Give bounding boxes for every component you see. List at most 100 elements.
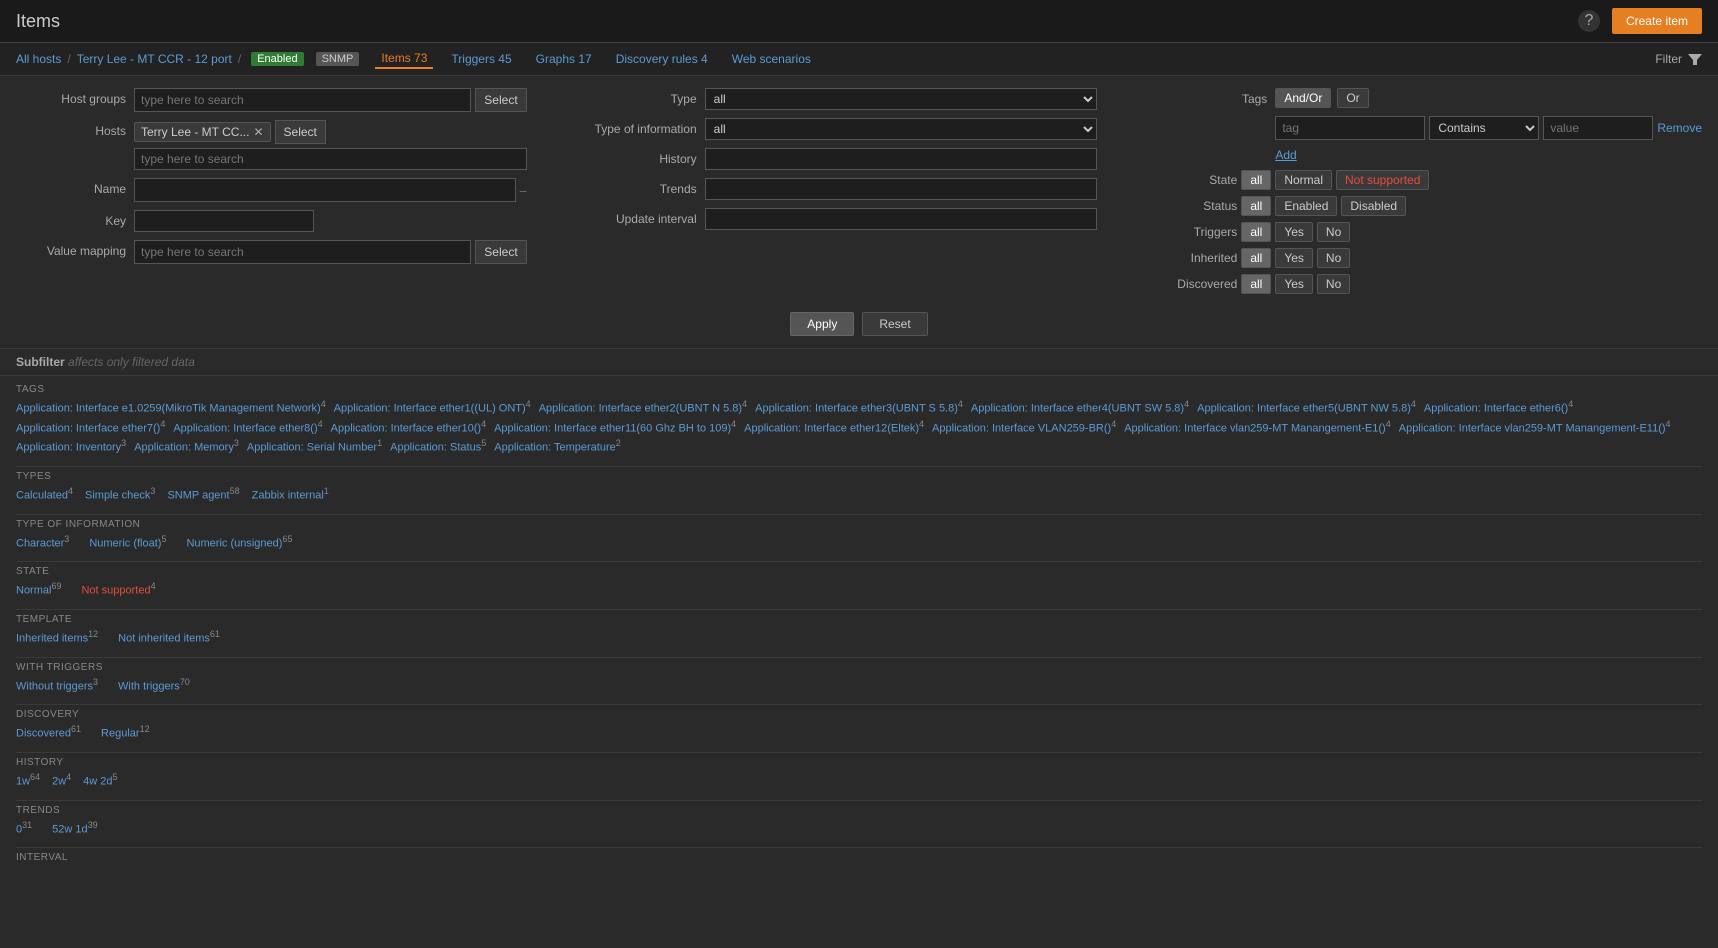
hosts-select-btn[interactable]: Select (275, 120, 326, 144)
tag-item-1[interactable]: Application: Interface e1.0259(MikroTik … (16, 399, 326, 415)
tag-item-4[interactable]: Application: Interface ether3(UBNT S 5.8… (755, 399, 963, 415)
add-tag-link[interactable]: Add (1275, 148, 1296, 162)
host-groups-input[interactable] (134, 88, 471, 112)
tab-discovery-rules[interactable]: Discovery rules 4 (610, 50, 714, 68)
triggers-all-btn[interactable]: all (1241, 222, 1271, 242)
sub-history-title: HISTORY (16, 757, 1702, 768)
filter-toggle[interactable]: Filter (1655, 52, 1702, 66)
tag-item-12[interactable]: Application: Interface ether12(Eltek)4 (744, 419, 924, 435)
status-all-btn[interactable]: all (1241, 196, 1271, 216)
discovered-no-btn[interactable]: No (1317, 274, 1350, 294)
tag-item-2[interactable]: Application: Interface ether1((UL) ONT)4 (334, 399, 531, 415)
tag-item-16[interactable]: Application: Inventory3 (16, 438, 126, 454)
name-controls: ⎯ (134, 178, 527, 202)
tags-or-btn[interactable]: Or (1337, 88, 1368, 108)
host-tag-remove[interactable]: ✕ (253, 125, 263, 139)
type-info-item-2[interactable]: Numeric (float)5 (89, 534, 166, 550)
type-item-2[interactable]: Simple check3 (85, 486, 155, 502)
tag-item-3[interactable]: Application: Interface ether2(UBNT N 5.8… (539, 399, 747, 415)
key-input[interactable] (134, 210, 314, 232)
state-item-not-supported[interactable]: Not supported4 (81, 581, 155, 597)
type-item-3[interactable]: SNMP agent58 (167, 486, 239, 502)
tag-item-15[interactable]: Application: Interface vlan259-MT Manang… (1399, 419, 1671, 435)
state-normal-btn[interactable]: Normal (1275, 170, 1332, 190)
tag-item-19[interactable]: Application: Status5 (390, 438, 486, 454)
hosts-search-input[interactable] (134, 148, 527, 170)
filter-trends-row: Trends (587, 178, 1098, 200)
tag-item-8[interactable]: Application: Interface ether7()4 (16, 419, 165, 435)
tag-name-input[interactable] (1275, 116, 1425, 140)
tag-value-input[interactable] (1543, 116, 1653, 140)
type-info-item-1[interactable]: Character3 (16, 534, 69, 550)
tag-item-17[interactable]: Application: Memory3 (134, 438, 239, 454)
sub-section-interval: INTERVAL (16, 852, 1702, 863)
filter-update-interval-row: Update interval (587, 208, 1098, 230)
trends-label: Trends (587, 178, 697, 196)
with-triggers-item-2[interactable]: With triggers70 (118, 677, 190, 693)
tab-graphs[interactable]: Graphs 17 (530, 50, 598, 68)
history-input[interactable] (705, 148, 1098, 170)
status-enabled-btn[interactable]: Enabled (1275, 196, 1337, 216)
tags-controls: And/Or Or Contains Equals Does not conta… (1275, 88, 1702, 162)
update-interval-input[interactable] (705, 208, 1098, 230)
type-item-1[interactable]: Calculated4 (16, 486, 73, 502)
triggers-yes-btn[interactable]: Yes (1275, 222, 1313, 242)
tag-item-7[interactable]: Application: Interface ether6()4 (1424, 399, 1573, 415)
reset-button[interactable]: Reset (862, 312, 927, 336)
tag-condition-select[interactable]: Contains Equals Does not contain (1429, 116, 1539, 140)
type-info-select[interactable]: all Numeric (float) Character (705, 118, 1098, 140)
state-item-normal[interactable]: Normal69 (16, 581, 61, 597)
history-item-2[interactable]: 2w4 (52, 772, 71, 788)
template-item-2[interactable]: Not inherited items61 (118, 629, 220, 645)
filter-left-col: Host groups Select Hosts Terry Lee - MT … (16, 88, 527, 300)
with-triggers-item-1[interactable]: Without triggers3 (16, 677, 98, 693)
filter-action-row: Apply Reset (16, 312, 1702, 336)
tag-item-18[interactable]: Application: Serial Number1 (247, 438, 382, 454)
tag-item-20[interactable]: Application: Temperature2 (494, 438, 621, 454)
value-mapping-input[interactable] (134, 240, 471, 264)
tab-web-scenarios[interactable]: Web scenarios (726, 50, 817, 68)
apply-button[interactable]: Apply (790, 312, 854, 336)
discovery-item-1[interactable]: Discovered61 (16, 724, 81, 740)
type-select[interactable]: all Zabbix agent SNMP agent Calculated (705, 88, 1098, 110)
tag-item-10[interactable]: Application: Interface ether10()4 (331, 419, 486, 435)
tag-item-6[interactable]: Application: Interface ether5(UBNT NW 5.… (1197, 399, 1416, 415)
tag-item-5[interactable]: Application: Interface ether4(UBNT SW 5.… (971, 399, 1189, 415)
inherited-all-btn[interactable]: all (1241, 248, 1271, 268)
trends-item-1[interactable]: 031 (16, 820, 32, 836)
remove-tag-link[interactable]: Remove (1657, 121, 1702, 135)
host-link[interactable]: Terry Lee - MT CCR - 12 port (77, 52, 232, 66)
host-groups-select-btn[interactable]: Select (475, 88, 526, 112)
create-item-button[interactable]: Create item (1612, 8, 1702, 34)
state-all-btn[interactable]: all (1241, 170, 1271, 190)
status-disabled-btn[interactable]: Disabled (1341, 196, 1406, 216)
all-hosts-link[interactable]: All hosts (16, 52, 61, 66)
discovery-item-2[interactable]: Regular12 (101, 724, 150, 740)
tab-items[interactable]: Items 73 (375, 49, 433, 69)
value-mapping-select-btn[interactable]: Select (475, 240, 526, 264)
tags-and-or-btn[interactable]: And/Or (1275, 88, 1331, 108)
inherited-yes-btn[interactable]: Yes (1275, 248, 1313, 268)
filter-host-groups-row: Host groups Select (16, 88, 527, 112)
template-item-1[interactable]: Inherited items12 (16, 629, 98, 645)
subfilter-bar: Subfilter affects only filtered data (0, 349, 1718, 376)
type-item-4[interactable]: Zabbix internal1 (252, 486, 329, 502)
tag-item-14[interactable]: Application: Interface vlan259-MT Manang… (1124, 419, 1391, 435)
tag-item-13[interactable]: Application: Interface VLAN259-BR()4 (932, 419, 1116, 435)
inherited-no-btn[interactable]: No (1317, 248, 1350, 268)
triggers-no-btn[interactable]: No (1317, 222, 1350, 242)
history-item-1[interactable]: 1w64 (16, 772, 40, 788)
tag-item-11[interactable]: Application: Interface ether11(60 Ghz BH… (494, 419, 736, 435)
name-icon: ⎯ (520, 182, 527, 199)
name-input[interactable] (134, 178, 516, 202)
tag-item-9[interactable]: Application: Interface ether8()4 (173, 419, 322, 435)
discovered-yes-btn[interactable]: Yes (1275, 274, 1313, 294)
help-icon[interactable]: ? (1578, 10, 1600, 32)
history-item-3[interactable]: 4w 2d5 (83, 772, 117, 788)
type-info-item-3[interactable]: Numeric (unsigned)65 (186, 534, 292, 550)
tab-triggers[interactable]: Triggers 45 (445, 50, 517, 68)
discovered-all-btn[interactable]: all (1241, 274, 1271, 294)
trends-input[interactable] (705, 178, 1098, 200)
state-not-supported-btn[interactable]: Not supported (1336, 170, 1429, 190)
trends-item-2[interactable]: 52w 1d39 (52, 820, 98, 836)
